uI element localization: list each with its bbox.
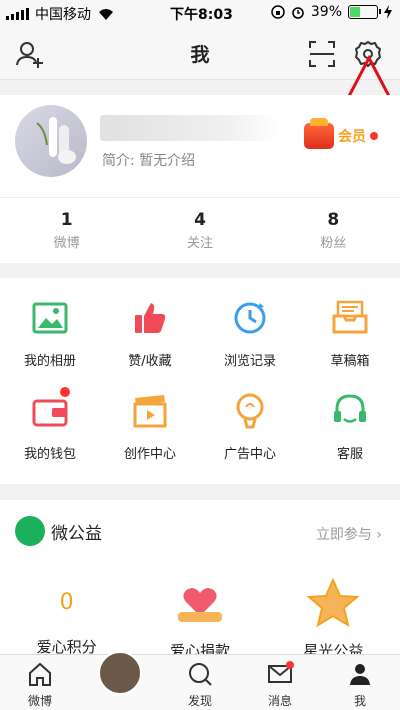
charity-header: 微公益 [15, 516, 102, 546]
messages-badge [286, 661, 294, 669]
carrier-label: 中国移动 [35, 7, 91, 23]
profile-icon [350, 664, 370, 685]
drafts-box-icon [332, 300, 368, 334]
stat-following[interactable]: 4 关注 [133, 210, 266, 251]
star-icon [306, 577, 360, 628]
tab-label: 微博 [27, 694, 52, 708]
stat-num: 1 [60, 210, 73, 230]
alarm-icon [292, 7, 304, 19]
tile-support[interactable]: 客服 [300, 391, 400, 484]
charging-icon [384, 5, 392, 19]
profile-avatar[interactable] [15, 105, 87, 177]
home-icon [29, 662, 51, 686]
clapperboard-icon [133, 395, 167, 428]
page-title: 我 [190, 44, 210, 66]
tile-label: 广告中心 [223, 447, 276, 462]
tile-creator[interactable]: 创作中心 [100, 391, 200, 484]
charity-donate[interactable]: 爱心捐款 [133, 578, 266, 660]
battery-percent: 39% [310, 4, 342, 20]
vase-photo [36, 117, 76, 164]
profile-bio: 简介: 暂无介绍 [102, 153, 196, 169]
status-left: 中国移动 [6, 4, 115, 24]
tile-wallet[interactable]: 我的钱包 [0, 387, 100, 484]
thumbs-up-icon [135, 303, 166, 333]
battery-fill [350, 7, 360, 17]
charity-title: 微公益 [51, 523, 102, 544]
tab-messages[interactable]: 消息 [240, 655, 320, 710]
stat-label: 粉丝 [320, 236, 347, 251]
member-dot [370, 132, 378, 140]
member-badge[interactable]: 会员 [304, 118, 378, 149]
signal-icon [6, 8, 29, 20]
tab-label: 我 [353, 694, 366, 708]
tab-avatar[interactable] [80, 651, 160, 710]
member-gift-icon [304, 118, 334, 149]
tile-label: 我的相册 [23, 354, 76, 369]
stat-label: 微博 [53, 236, 80, 251]
charity-starlight[interactable]: 星光公益 [267, 577, 400, 660]
tab-discover[interactable]: 发现 [160, 655, 240, 710]
stat-num: 4 [194, 210, 206, 230]
tile-label: 浏览记录 [223, 354, 276, 369]
status-time: 下午8:03 [170, 7, 233, 23]
nav-bar: 我 [0, 26, 400, 202]
charity-logo-icon [15, 516, 45, 546]
headset-icon [334, 394, 366, 423]
heart-hand-icon [177, 588, 222, 622]
stat-num: 8 [327, 210, 340, 230]
tab-label: 消息 [267, 694, 292, 708]
tile-label: 我的钱包 [23, 447, 76, 462]
lightbulb-icon [236, 393, 264, 429]
status-right: 39% [271, 4, 392, 20]
tile-label: 草稿箱 [330, 354, 370, 369]
charity-section: 微公益 立即参与 › 0 爱心积分 爱心捐款 星光公益 [0, 500, 400, 660]
photo-album-icon [32, 302, 68, 334]
username-redacted [100, 115, 280, 141]
user-avatar [98, 651, 142, 695]
profile-card: 简介: 暂无介绍 会员 1 微博 4 关注 8 粉丝 [0, 95, 400, 263]
tile-history[interactable]: 浏览记录 [200, 298, 300, 391]
tab-me[interactable]: 我 [320, 655, 400, 710]
wallet-badge [60, 387, 70, 397]
points-value: 0 [59, 590, 74, 615]
tile-label: 赞/收藏 [128, 354, 172, 369]
wifi-icon [99, 9, 113, 20]
clock-history-icon [234, 302, 266, 334]
tile-label: 客服 [336, 447, 363, 462]
tile-drafts[interactable]: 草稿箱 [300, 298, 400, 391]
feature-grid: 我的相册 赞/收藏 浏览记录 草稿箱 我的钱包 创作中心 广告中心 客服 [0, 278, 400, 484]
stat-followers[interactable]: 8 粉丝 [267, 210, 400, 251]
search-icon [189, 663, 212, 686]
charity-items: 0 爱心积分 爱心捐款 星光公益 [0, 577, 400, 660]
charity-join-link[interactable]: 立即参与 › [316, 524, 382, 544]
scan-icon[interactable] [306, 38, 338, 70]
stat-label: 关注 [186, 236, 213, 251]
orientation-lock-icon [271, 5, 285, 19]
tile-ads[interactable]: 广告中心 [200, 391, 300, 484]
tab-home[interactable]: 微博 [0, 655, 80, 710]
stat-weibo[interactable]: 1 微博 [0, 210, 133, 251]
status-bar: 中国移动 下午8:03 39% [0, 0, 400, 26]
tile-label: 创作中心 [123, 447, 176, 462]
wallet-icon [32, 399, 68, 427]
tile-album[interactable]: 我的相册 [0, 298, 100, 391]
bottom-tab-bar: 微博 发现 消息 我 [0, 651, 400, 710]
tile-likes[interactable]: 赞/收藏 [100, 298, 200, 391]
battery-icon [348, 5, 381, 19]
charity-points[interactable]: 0 爱心积分 [0, 578, 133, 660]
tab-label: 发现 [187, 694, 212, 708]
member-label: 会员 [338, 129, 366, 145]
profile-stats: 1 微博 4 关注 8 粉丝 [0, 197, 400, 251]
